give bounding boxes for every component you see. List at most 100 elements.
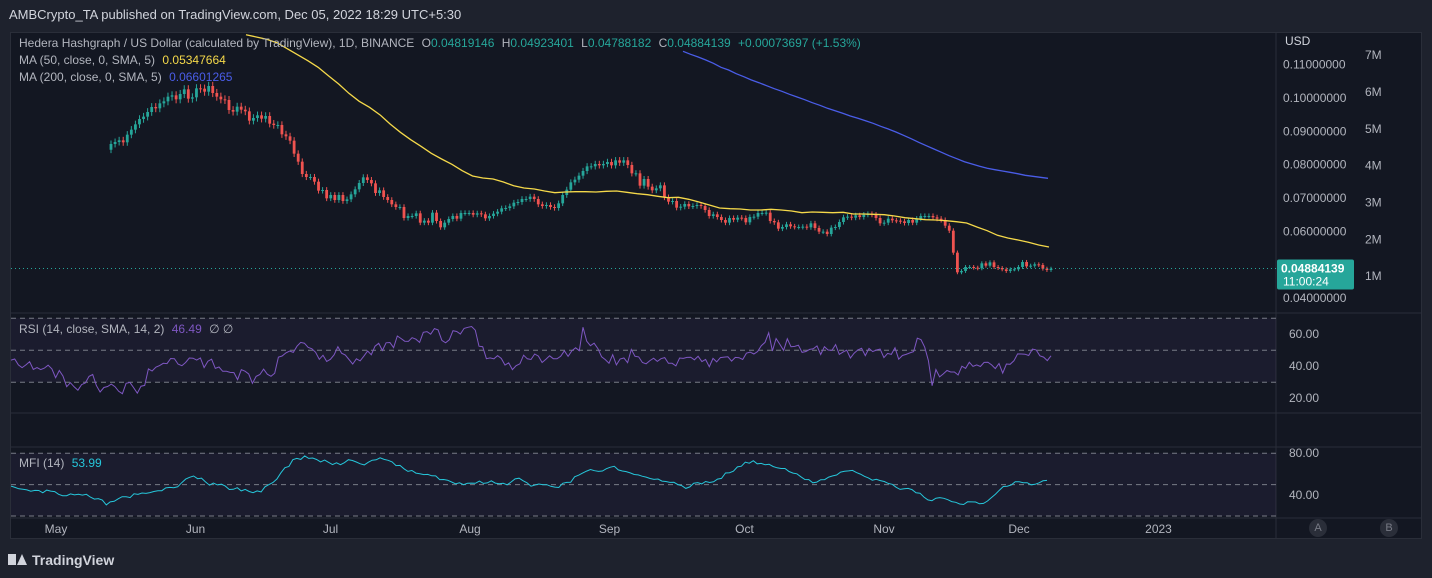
chart-panel[interactable]: USD 0.11000000 0.10000000 0.09000000 0.08000…: [10, 32, 1422, 539]
candle-body: [801, 226, 805, 228]
candle-body: [813, 223, 817, 228]
candle-body: [886, 218, 890, 223]
candle-body: [862, 214, 866, 217]
candle-body: [256, 115, 259, 118]
candle-body: [435, 212, 438, 221]
candle-body: [923, 216, 927, 217]
tradingview-logo-icon: [8, 553, 27, 567]
candle-body: [614, 160, 617, 166]
candle-body: [553, 207, 556, 208]
candle-body: [654, 188, 658, 191]
candle-body: [276, 125, 280, 126]
candle-body: [1025, 262, 1028, 267]
candle-body: [154, 107, 158, 109]
candle-body: [585, 166, 589, 171]
candle-body: [972, 267, 976, 268]
ma200-line: [682, 50, 1049, 179]
candle-body: [223, 99, 227, 101]
candle-body: [687, 204, 691, 207]
candle-body: [740, 217, 744, 219]
candle-body: [569, 182, 573, 190]
candle-body: [260, 115, 263, 119]
candle-body: [842, 217, 845, 222]
candle-body: [272, 123, 276, 125]
candle-body: [345, 199, 349, 201]
candle-body: [699, 205, 703, 206]
ma200-value: 0.06601265: [169, 70, 233, 84]
price-axis-currency: USD: [1285, 34, 1311, 48]
candle-body: [447, 219, 451, 223]
mfi-value: 53.99: [71, 456, 102, 470]
candle-body: [410, 216, 414, 217]
candle-body: [837, 222, 841, 227]
candle-body: [638, 173, 642, 186]
candle-body: [121, 140, 125, 143]
volume-tick-label: 1M: [1365, 269, 1382, 283]
candle-body: [715, 214, 719, 217]
candle-body: [1008, 269, 1012, 271]
candle-body: [431, 212, 434, 223]
candle-body: [117, 140, 121, 142]
candle-body: [451, 216, 455, 219]
time-tick-label: Nov: [873, 522, 894, 536]
candle-body: [113, 142, 117, 144]
header: AMBCrypto_TA published on TradingView.co…: [0, 0, 1432, 32]
candle-body: [483, 214, 487, 219]
candle-body: [382, 190, 386, 197]
candle-body: [899, 220, 902, 222]
candle-body: [288, 136, 292, 141]
candle-body: [760, 213, 764, 214]
candle-body: [268, 116, 272, 124]
candle-body: [199, 88, 202, 90]
candle-body: [211, 86, 215, 93]
candle-body: [675, 201, 679, 208]
candle-body: [321, 190, 325, 191]
candle-body: [516, 202, 520, 203]
candle-body: [357, 183, 361, 190]
candle-body: [711, 214, 715, 216]
candle-body: [589, 166, 593, 168]
footer: TradingView: [8, 548, 114, 572]
ma200-legend: MA (200, close, 0, SMA, 5) 0.06601265: [19, 70, 236, 84]
candle-body: [125, 134, 129, 143]
ma50-label: MA (50, close, 0, SMA, 5): [19, 53, 156, 67]
ohlc-open: 0.04819146: [430, 36, 495, 50]
candle-body: [162, 101, 166, 104]
candle-body: [341, 195, 345, 201]
price-tick-label: 0.10000000: [1283, 91, 1347, 105]
candle-body: [968, 267, 972, 268]
volume-tick-label: 3M: [1365, 195, 1382, 209]
ohlc-close: 0.04884139: [667, 36, 731, 50]
candle-body: [882, 222, 886, 224]
candle-body: [414, 213, 418, 216]
candle-body: [593, 164, 597, 167]
candle-body: [1021, 262, 1024, 267]
ohlc-o-label: O: [421, 36, 431, 50]
chart-svg[interactable]: USD 0.11000000 0.10000000 0.09000000 0.08000…: [11, 33, 1421, 538]
candle-body: [528, 196, 532, 199]
candle-body: [1004, 269, 1008, 271]
ohlc-c-label: C: [658, 36, 668, 50]
candle-body: [349, 194, 353, 200]
time-tick-label: Jun: [186, 522, 205, 536]
candle-body: [532, 196, 536, 199]
candle-body: [467, 213, 471, 214]
candle-body: [642, 179, 646, 186]
candle-body: [134, 124, 137, 130]
symbol-title: Hedera Hashgraph / US Dollar (calculated…: [19, 36, 415, 50]
candle-body: [919, 216, 923, 219]
auto-scale-button[interactable]: A: [1309, 519, 1327, 537]
candle-body: [313, 177, 316, 182]
ohlc-low: 0.04788182: [587, 36, 652, 50]
candle-body: [719, 217, 723, 220]
b-button[interactable]: B: [1380, 519, 1398, 537]
candle-body: [471, 213, 475, 215]
candle-body: [984, 263, 988, 266]
candle-body: [243, 109, 247, 112]
candle-body: [455, 216, 459, 219]
candle-body: [996, 267, 1000, 268]
price-tick-label: 0.09000000: [1283, 124, 1347, 138]
candle-body: [264, 116, 268, 119]
candle-body: [182, 89, 186, 94]
candle-body: [658, 185, 662, 189]
